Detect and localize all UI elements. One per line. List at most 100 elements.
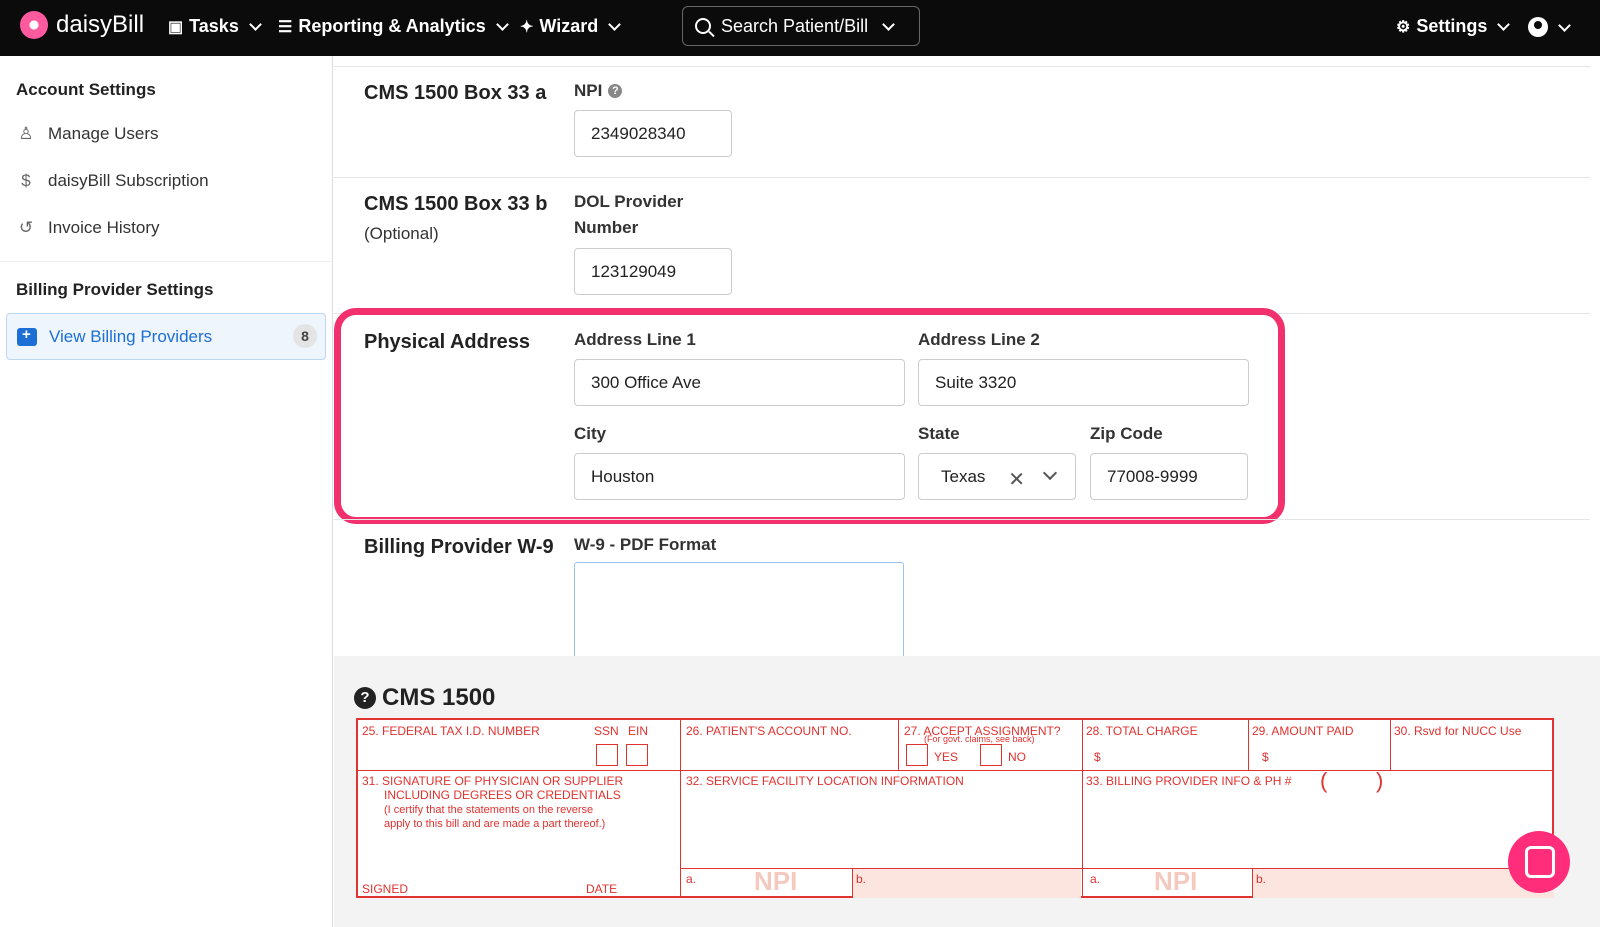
physical-address-title: Physical Address <box>364 331 531 353</box>
address-line1-input[interactable]: 300 Office Ave <box>574 359 905 406</box>
daisybill-logo[interactable]: daisyBill <box>20 11 144 39</box>
box31-label-line1: 31. SIGNATURE OF PHYSICIAN OR SUPPLIER <box>362 774 624 788</box>
box33b-optional: (Optional) <box>364 224 439 243</box>
form-line <box>680 720 681 898</box>
dol-provider-number-input[interactable]: 123129049 <box>574 248 732 295</box>
settings-menu[interactable]: ⚙ Settings <box>1396 16 1514 37</box>
box27-sublabel: (For govt. claims, see back) <box>924 734 1035 744</box>
zip-code-label: Zip Code <box>1090 424 1163 443</box>
billing-provider-settings-heading: Billing Provider Settings <box>16 280 214 299</box>
billing-provider-w9-title: Billing Provider W-9 <box>364 536 554 558</box>
address-line2-input[interactable]: Suite 3320 <box>918 359 1249 406</box>
box29-label: 29. AMOUNT PAID <box>1252 724 1354 738</box>
ein-label: EIN <box>628 724 649 738</box>
chevron-down-icon[interactable] <box>1042 465 1058 481</box>
yes-checkbox <box>906 744 928 766</box>
sidebar-item-manage-users[interactable]: ♙ Manage Users <box>16 124 158 144</box>
row-divider <box>334 66 1590 67</box>
dollar-sign: $ <box>1262 750 1269 764</box>
settings-label: Settings <box>1416 16 1488 36</box>
top-nav-bar: daisyBill ▣ Tasks ☰ Reporting & Analytic… <box>0 0 1600 56</box>
tasks-menu[interactable]: ▣ Tasks <box>168 16 266 37</box>
wizard-menu[interactable]: ✦ Wizard <box>520 16 625 37</box>
ssn-label: SSN <box>594 724 619 738</box>
row-divider <box>334 177 1590 178</box>
state-select[interactable]: Texas ✕ <box>918 453 1076 500</box>
user-menu[interactable] <box>1528 17 1575 37</box>
cms1500-heading: ? CMS 1500 <box>354 684 495 712</box>
signed-label: SIGNED <box>362 882 409 896</box>
question-icon[interactable]: ? <box>354 687 376 709</box>
flower-icon <box>20 11 48 39</box>
sidebar-item-label: Invoice History <box>48 218 160 237</box>
account-settings-heading: Account Settings <box>16 80 156 99</box>
form-line <box>898 720 899 770</box>
form-line <box>1248 720 1249 770</box>
brand-name: daisyBill <box>56 11 145 38</box>
gear-icon: ⚙ <box>1396 18 1411 36</box>
box31-label-line2: INCLUDING DEGREES OR CREDENTIALS <box>384 788 621 802</box>
receipt-icon: $ <box>21 171 31 190</box>
sidebar-item-label: daisyBill Subscription <box>48 171 209 190</box>
reporting-label: Reporting & Analytics <box>298 16 486 36</box>
sidebar-item-label: View Billing Providers <box>49 326 213 346</box>
phone-paren-open: ( <box>1320 768 1328 793</box>
cms1500-preview: ? CMS 1500 25. FEDERAL TAX I.D. NUMBER S… <box>334 656 1600 927</box>
chevron-down-icon <box>1497 18 1511 31</box>
cms1500-title: CMS 1500 <box>382 684 496 711</box>
chevron-down-icon <box>608 18 622 31</box>
dollar-sign: $ <box>1094 750 1101 764</box>
box33-a-label: a. <box>1090 872 1101 886</box>
box32-b-label: b. <box>856 872 867 886</box>
w9-pdf-label: W-9 - PDF Format <box>574 535 717 554</box>
history-icon: ↺ <box>18 218 34 237</box>
box31-label-line4: apply to this bill and are made a part t… <box>384 818 606 830</box>
npi-input[interactable]: 2349028340 <box>574 110 732 157</box>
box33-b-label: b. <box>1256 872 1267 886</box>
medical-bag-icon <box>17 326 37 346</box>
search-label: Search Patient/Bill <box>721 15 869 36</box>
box26-label: 26. PATIENT'S ACCOUNT NO. <box>686 724 852 738</box>
box33-label: 33. BILLING PROVIDER INFO & PH # <box>1086 774 1292 788</box>
form-line <box>358 770 1554 771</box>
npi-b-shade <box>1253 869 1554 898</box>
state-selected-value: Texas <box>941 466 986 486</box>
form-line <box>1082 720 1083 898</box>
zip-code-input[interactable]: 77008-9999 <box>1090 453 1248 500</box>
npi-label-text: NPI <box>574 81 603 100</box>
chevron-down-icon <box>1558 18 1571 32</box>
chevron-down-icon <box>495 18 509 31</box>
box33b-title: CMS 1500 Box 33 b <box>364 193 548 215</box>
box31-label-line3: (I certify that the statements on the re… <box>384 804 594 816</box>
wizard-label: Wizard <box>539 16 599 36</box>
city-input[interactable]: Houston <box>574 453 905 500</box>
form-line <box>1390 720 1391 770</box>
date-label: DATE <box>586 882 618 896</box>
chevron-down-icon <box>882 17 895 31</box>
city-label: City <box>574 424 607 443</box>
dol-provider-label-1: DOL Provider <box>574 192 684 211</box>
chat-launcher-button[interactable] <box>1508 831 1570 893</box>
state-label: State <box>918 424 960 443</box>
search-icon <box>695 18 711 34</box>
box32-label: 32. SERVICE FACILITY LOCATION INFORMATIO… <box>686 774 964 788</box>
npi-b-shade <box>853 869 1081 898</box>
help-icon[interactable]: ? <box>608 84 623 98</box>
npi-label: NPI? <box>574 78 623 104</box>
sidebar-item-subscription[interactable]: $ daisyBill Subscription <box>16 171 209 191</box>
reporting-menu[interactable]: ☰ Reporting & Analytics <box>278 16 513 37</box>
w9-upload-dropzone[interactable] <box>574 562 904 658</box>
chart-icon: ☰ <box>278 18 293 36</box>
row-divider <box>334 519 1590 520</box>
sidebar-item-view-billing-providers[interactable]: View Billing Providers 8 <box>6 313 326 360</box>
search-patient-bill[interactable]: Search Patient/Bill <box>682 6 920 46</box>
user-avatar-icon <box>1528 17 1548 37</box>
clipboard-icon: ▣ <box>168 18 184 36</box>
box32-npi-watermark: NPI <box>754 866 798 896</box>
dol-provider-label-2: Number <box>574 218 639 237</box>
sidebar-item-invoice-history[interactable]: ↺ Invoice History <box>16 218 160 238</box>
yes-label: YES <box>934 750 959 764</box>
no-checkbox <box>980 744 1002 766</box>
clear-x-icon[interactable]: ✕ <box>1008 467 1025 492</box>
box25-label: 25. FEDERAL TAX I.D. NUMBER <box>362 724 540 738</box>
